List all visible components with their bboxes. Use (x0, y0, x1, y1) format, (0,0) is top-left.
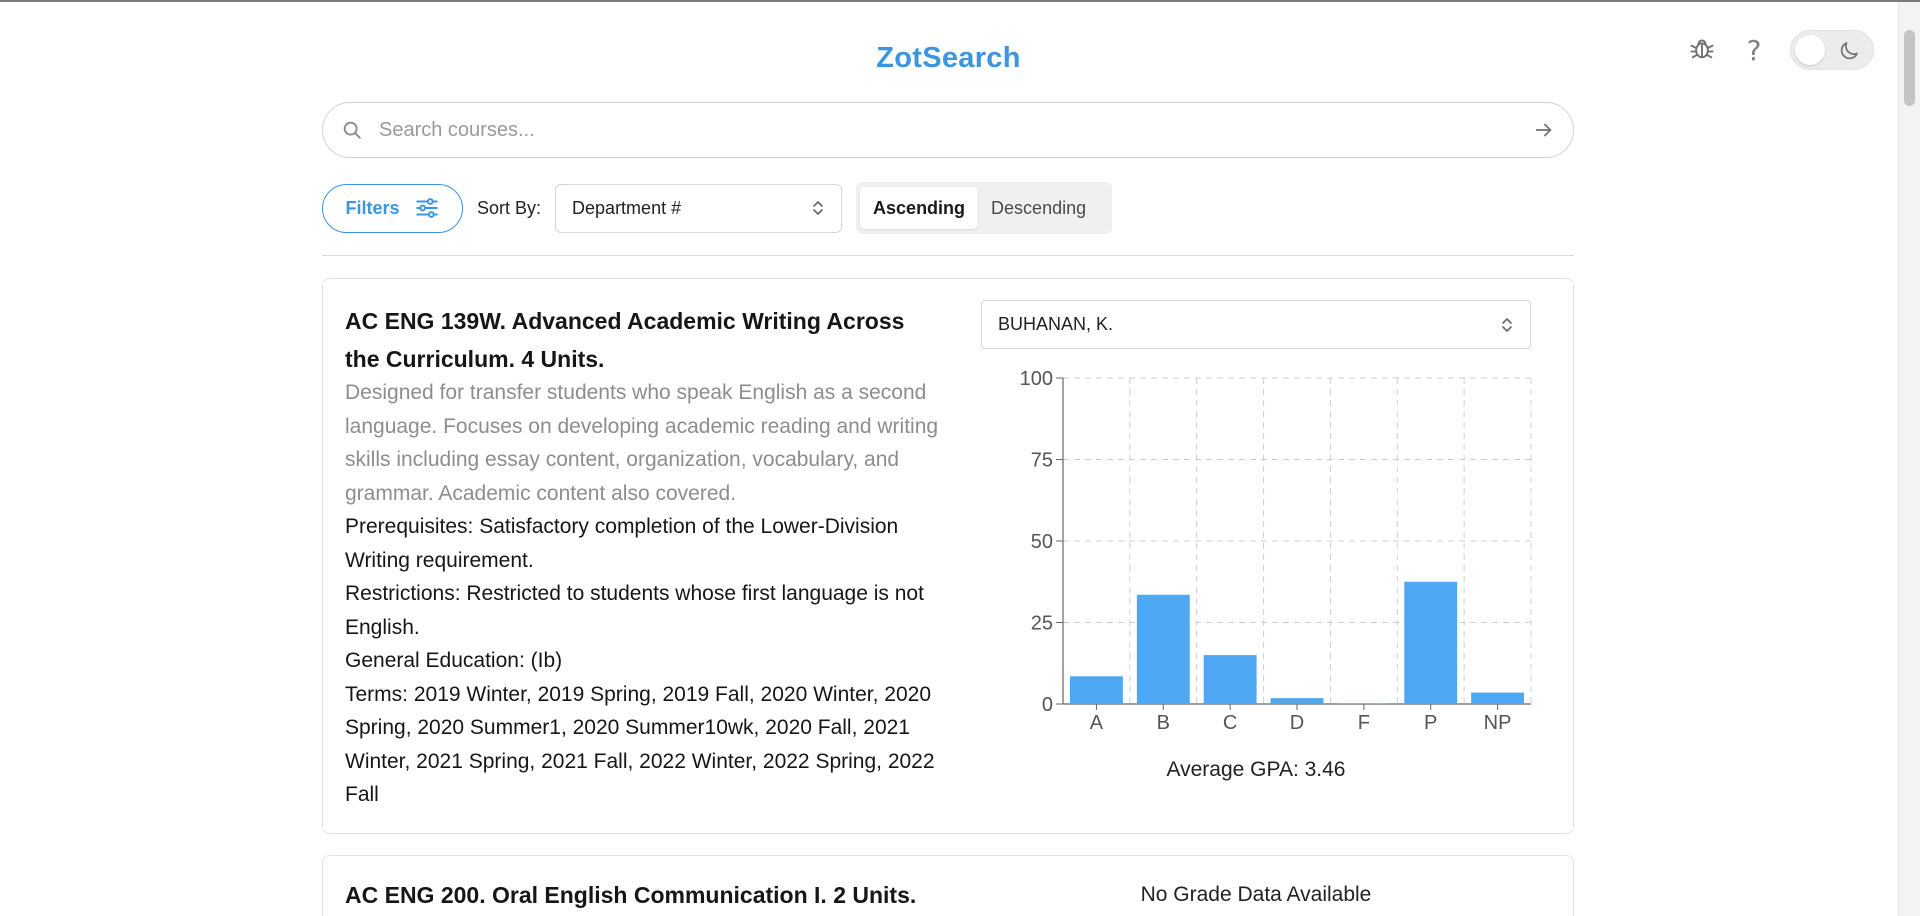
filters-label: Filters (345, 197, 400, 218)
no-grade-data: No Grade Data Available (1140, 883, 1372, 906)
y-tick-label: 75 (1031, 450, 1053, 472)
course-ge: General Education: (Ib) (345, 649, 563, 672)
help-button[interactable]: ? (1736, 32, 1772, 68)
results-controls: Filters Sort By: Department # Ascending … (322, 182, 1113, 234)
bar-a (1070, 676, 1123, 704)
x-tick-label: P (1424, 712, 1437, 734)
y-tick-label: 0 (1042, 694, 1053, 716)
course-card: AC ENG 200. Oral English Communication I… (322, 855, 1574, 916)
ascending-button[interactable]: Ascending (860, 187, 979, 229)
course-restrictions: Restrictions: Restricted to students who… (345, 582, 924, 639)
bug-report-button[interactable] (1684, 32, 1720, 68)
bar-b (1136, 594, 1190, 704)
chevron-up-down-icon (813, 201, 823, 215)
instructor-select[interactable]: BUHANAN, K. (981, 300, 1531, 349)
x-tick-label: D (1290, 712, 1304, 734)
sliders-icon (415, 198, 438, 218)
course-prerequisites: Prerequisites: Satisfactory completion o… (345, 515, 899, 572)
search-bar[interactable] (322, 102, 1574, 158)
help-icon: ? (1746, 33, 1762, 67)
course-title: AC ENG 139W. Advanced Academic Writing A… (345, 308, 905, 372)
instructor-select-value: BUHANAN, K. (998, 314, 1114, 334)
search-icon (341, 119, 363, 141)
x-tick-label: NP (1484, 712, 1512, 734)
y-tick-label: 25 (1031, 613, 1053, 635)
search-input[interactable] (379, 118, 1533, 142)
course-details: Prerequisites: Satisfactory completion o… (345, 510, 945, 812)
course-title: AC ENG 200. Oral English Communication I… (345, 882, 917, 908)
x-tick-label: A (1090, 712, 1104, 734)
toggle-knob (1795, 35, 1825, 65)
sort-select[interactable]: Department # (555, 183, 843, 233)
bar-d (1270, 698, 1324, 704)
bar-f (1337, 703, 1391, 704)
descending-button[interactable]: Descending (978, 187, 1099, 229)
scrollbar-thumb[interactable] (1904, 30, 1915, 106)
grade-distribution-chart: 0 25 50 75 100 A B C D F P NP (981, 354, 1541, 754)
y-tick-label: 100 (1020, 368, 1053, 390)
chevron-up-down-icon (1502, 317, 1512, 332)
divider (322, 255, 1574, 256)
sort-order-toggle: Ascending Descending (856, 182, 1113, 234)
y-tick-label: 50 (1031, 531, 1053, 553)
course-card: AC ENG 139W. Advanced Academic Writing A… (322, 278, 1574, 834)
average-gpa: Average GPA: 3.46 (1166, 758, 1346, 781)
bar-p (1404, 581, 1458, 704)
filters-button[interactable]: Filters (322, 183, 463, 233)
app-title: ZotSearch (876, 42, 1021, 74)
theme-toggle[interactable] (1790, 30, 1874, 70)
x-tick-label: F (1358, 712, 1370, 734)
course-terms: Terms: 2019 Winter, 2019 Spring, 2019 Fa… (345, 682, 935, 807)
grade-chart-svg: 0 25 50 75 100 A B C D F P NP (1020, 368, 1532, 734)
x-tick-label: B (1157, 712, 1170, 734)
sort-by-label: Sort By: (477, 197, 542, 218)
scrollbar[interactable] (1898, 2, 1920, 916)
header-actions: ? (1684, 30, 1874, 70)
moon-icon (1837, 39, 1861, 68)
bar-c (1203, 655, 1257, 704)
bug-icon (1688, 34, 1716, 67)
course-description: Designed for transfer students who speak… (345, 381, 939, 505)
bar-np (1471, 692, 1524, 704)
arrow-right-icon[interactable] (1533, 119, 1555, 141)
x-tick-label: C (1223, 712, 1237, 734)
sort-select-value: Department # (572, 197, 682, 218)
